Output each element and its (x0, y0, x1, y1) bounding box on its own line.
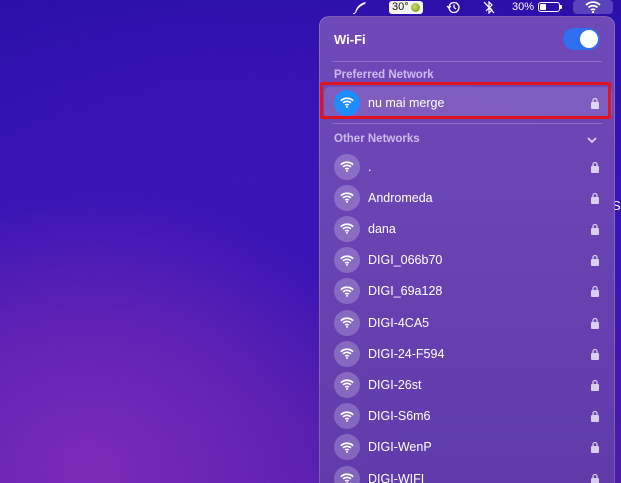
lock-icon (591, 348, 599, 360)
network-name: dana (368, 221, 396, 236)
lock-icon (591, 442, 599, 454)
time-machine-icon[interactable] (446, 0, 461, 14)
network-row[interactable]: DIGI_066b70 (324, 245, 612, 276)
network-row[interactable]: dana (324, 213, 612, 244)
network-row-preferred[interactable]: nu mai merge (324, 87, 612, 118)
wifi-icon (585, 1, 601, 13)
menu-bar: 30° 30% (0, 0, 621, 14)
wifi-signal-icon (334, 371, 360, 398)
network-row[interactable]: DIGI-WenP (324, 432, 612, 463)
network-row[interactable]: DIGI_69a128 (324, 276, 612, 307)
wifi-panel-header: Wi-Fi (320, 17, 614, 61)
wifi-signal-icon (334, 153, 360, 180)
lock-icon (591, 161, 599, 173)
temperature-chip: 30° (389, 0, 423, 14)
lock-icon (591, 254, 599, 267)
network-name: DIGI_066b70 (368, 253, 443, 268)
preferred-network-label: Preferred Network (334, 69, 434, 81)
other-networks-label: Other Networks (334, 133, 420, 145)
lock-icon (591, 410, 599, 423)
network-row[interactable]: DIGI-4CA5 (324, 307, 612, 338)
lock-icon (591, 97, 599, 109)
weather-widget[interactable]: 30° (389, 0, 423, 14)
network-row[interactable]: DIGI-26st (324, 369, 612, 400)
wifi-toggle[interactable] (563, 28, 600, 50)
network-name: nu mai merge (368, 95, 445, 110)
lock-icon (591, 317, 599, 329)
bluetooth-off-icon[interactable] (483, 0, 495, 14)
wifi-signal-icon (334, 278, 360, 305)
wifi-signal-icon (334, 340, 360, 367)
network-name: DIGI-WIFI (368, 471, 425, 483)
wifi-signal-icon (334, 184, 360, 211)
wifi-signal-icon (334, 403, 360, 430)
wifi-signal-icon (334, 309, 360, 336)
weather-icon (410, 2, 420, 12)
lock-icon (591, 379, 599, 391)
wifi-panel-title: Wi-Fi (334, 31, 366, 47)
network-row[interactable]: DIGI-S6m6 (324, 401, 612, 432)
wifi-signal-icon (334, 465, 360, 483)
network-name: DIGI-S6m6 (368, 409, 431, 424)
battery-percent: 30% (512, 1, 535, 13)
battery-level-fill (540, 4, 547, 10)
lock-icon (591, 223, 599, 235)
wifi-signal-icon (334, 247, 360, 274)
network-name: DIGI-4CA5 (368, 315, 430, 330)
lock-icon (591, 192, 599, 204)
lock-icon (591, 286, 599, 298)
network-name: DIGI_69a128 (368, 284, 443, 299)
temperature-text: 30° (392, 1, 409, 13)
network-name: DIGI-24-F594 (368, 346, 445, 361)
section-divider (332, 123, 602, 124)
network-name: Andromeda (368, 190, 433, 205)
network-row[interactable]: DIGI-WIFI (324, 463, 612, 483)
network-name: DIGI-WenP (368, 440, 432, 455)
lock-icon (591, 473, 599, 483)
wifi-signal-icon (334, 215, 360, 242)
feather-icon[interactable] (352, 0, 368, 14)
network-row[interactable]: DIGI-24-F594 (324, 338, 612, 369)
wifi-signal-icon (334, 89, 360, 116)
header-divider (332, 61, 602, 62)
network-row[interactable]: Andromeda (324, 182, 612, 213)
wifi-toggle-knob (580, 30, 598, 48)
wifi-signal-icon (334, 434, 360, 461)
wifi-menu-button[interactable] (573, 0, 613, 14)
chevron-down-icon[interactable] (586, 134, 598, 146)
wifi-panel: Wi-Fi Preferred Network nu mai merge Oth… (319, 16, 615, 483)
network-name: . (368, 159, 372, 174)
network-name: DIGI-26st (368, 377, 422, 392)
network-row[interactable]: . (324, 151, 612, 182)
battery-icon (538, 2, 563, 12)
battery-status[interactable]: 30% (512, 0, 563, 14)
wifi-menu-highlight (573, 0, 613, 14)
